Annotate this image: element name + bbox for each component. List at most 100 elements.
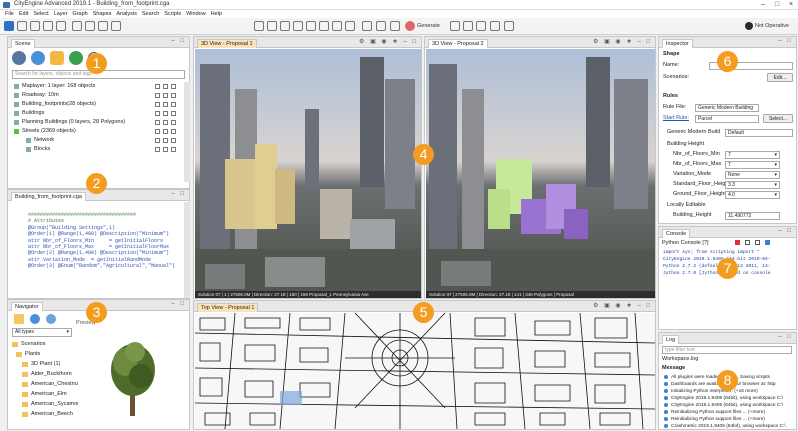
navigator-item[interactable]: American_Elm [8,390,78,399]
navigator-item[interactable]: Plants [8,350,78,359]
convert-models-icon[interactable] [490,21,500,31]
menu-item[interactable]: Select [33,10,48,18]
style-select[interactable]: Default [725,129,793,137]
panel-controls[interactable]: – □ [171,301,186,307]
start-rule-link[interactable]: Start Rule: [663,115,689,121]
tab-3d-view-1[interactable]: 3D View - Proposal 1 [197,39,257,48]
log-filter-input[interactable]: type filter text [662,346,792,354]
navigator-item[interactable]: American_Beech [8,410,78,419]
tab-3d-view-2[interactable]: 3D View - Proposal 2 [428,39,488,48]
log-entry[interactable]: CityEngine 2019.1.9405 (64bit), using wo… [662,402,792,409]
lock-checkbox[interactable] [155,111,160,116]
navigator-item[interactable]: American_Sycamore [8,400,78,409]
cleanup-shapes-icon[interactable] [463,21,473,31]
close-button[interactable]: × [784,0,798,10]
edit-scenarios-button[interactable]: Edit... [767,73,793,82]
street-tool-icon[interactable] [85,21,95,31]
move-tool-icon[interactable] [30,21,40,31]
terminate-icon[interactable] [735,240,740,245]
lock-checkbox[interactable] [155,138,160,143]
reports-icon[interactable] [504,21,514,31]
lock-checkbox[interactable] [163,93,168,98]
log-entry[interactable]: Crashmetric 2019.1.9405 (64bit), using w… [662,423,792,429]
tab-navigator[interactable]: Navigator [11,302,43,311]
lock-checkbox[interactable] [155,93,160,98]
navigator-item[interactable]: Scenarios [8,340,78,349]
viewport-controls[interactable]: ⚙ ▣ ◉ ★ – □ [593,38,652,45]
visibility-checkbox[interactable] [171,102,176,107]
tab-cga-file[interactable]: Building_from_footprint.cga [11,192,86,201]
scene-tree-item[interactable]: Streets (2369 objects) [8,127,183,136]
scene-tree-item[interactable]: Planning Buildings (0 layers, 28 Polygon… [8,118,183,127]
lock-checkbox[interactable] [163,102,168,107]
menu-item[interactable]: Layer [54,10,68,18]
lock-checkbox[interactable] [155,129,160,134]
menu-item[interactable]: Scripts [164,10,181,18]
editor-scrollbar[interactable] [184,202,190,298]
top-view-map[interactable] [195,313,655,429]
log-entry[interactable]: CityEngine 2019.1.9405 (64bit), using wo… [662,395,792,402]
navigator-item[interactable]: 3D Plant (1) [8,360,78,369]
navigator-item[interactable]: Alder_Buckthorn [8,370,78,379]
attribute-value-field[interactable]: 7 ▾ [725,151,780,159]
edit-tool-icon[interactable] [293,21,303,31]
sync-icon[interactable] [46,314,56,324]
grid-tool-icon[interactable] [267,21,277,31]
scene-tree-item[interactable]: Buildings [8,109,183,118]
tab-top-view[interactable]: Top View - Proposal 1 [197,303,259,312]
visibility-checkbox[interactable] [171,138,176,143]
lock-checkbox[interactable] [163,129,168,134]
3d-scene-render-1[interactable]: Solution 07 | 1 | 27506.0M | Direction: … [195,49,421,298]
type-filter-select[interactable]: All types ▾ [12,328,72,337]
scene-tree-item[interactable]: Building_footprints(28 objects) [8,100,183,109]
scene-tree-item[interactable]: Maplayer: 1 layer: 168 objects [8,82,183,91]
generate-button[interactable]: Generate [417,23,440,29]
building-height-input[interactable]: 11.490772 [725,212,780,220]
attribute-value-field[interactable]: 4.0 ▾ [725,191,780,199]
attribute-value-field[interactable]: 3.3 ▾ [725,181,780,189]
cga-code-area[interactable]: #################################### # At… [28,212,180,296]
globe-icon[interactable] [30,314,40,324]
rule-file-field[interactable]: Generic Modern Building [695,104,759,112]
measure-tool-icon[interactable] [254,21,264,31]
menu-item[interactable]: Search [142,10,159,18]
viewport-controls[interactable]: ⚙ ▣ ◉ ★ – □ [593,302,652,309]
navigator-item[interactable]: American_Chestnut [8,380,78,389]
area-select-icon[interactable] [17,21,27,31]
panel-controls[interactable]: – □ [778,228,793,234]
scale-tool-icon[interactable] [43,21,53,31]
info-filter-icon[interactable] [31,51,45,65]
panel-controls[interactable]: – □ [171,191,186,197]
lock-checkbox[interactable] [155,84,160,89]
attribute-value-field[interactable]: None ▾ [725,171,780,179]
layers-filter-icon[interactable] [12,51,26,65]
clear-console-icon[interactable] [745,240,750,245]
shapes-filter-icon[interactable] [69,51,83,65]
pin-console-icon[interactable] [755,240,760,245]
menu-item[interactable]: Edit [19,10,28,18]
tab-console[interactable]: Console [662,229,691,238]
visibility-checkbox[interactable] [171,84,176,89]
polygon-shape-icon[interactable] [72,21,82,31]
attribute-value-field[interactable]: 7 ▾ [725,161,780,169]
export-models-icon[interactable] [476,21,486,31]
visibility-checkbox[interactable] [171,111,176,116]
help-filter-icon[interactable] [50,51,64,65]
log-entry[interactable]: Reinitializing Python support files ... … [662,416,792,423]
visibility-checkbox[interactable] [171,120,176,125]
terrain-tool-icon[interactable] [319,21,329,31]
folder-icon[interactable] [14,314,24,324]
start-rule-field[interactable]: Parcel [695,115,759,123]
menu-item[interactable]: Window [186,10,206,18]
viewport-controls[interactable]: ⚙ ▣ ◉ ★ – □ [359,38,418,45]
minimize-button[interactable]: – [756,0,770,10]
3d-scene-render-2[interactable]: Solution 07 | 27506.0M | Direction: 27.1… [426,49,655,298]
update-seed-icon[interactable] [450,21,460,31]
log-entry[interactable]: Reinitializing Python support files ... … [662,409,792,416]
visibility-checkbox[interactable] [171,93,176,98]
texture-tool-icon[interactable] [332,21,342,31]
menu-item[interactable]: Graph [72,10,87,18]
scene-tree-item[interactable]: Roadway: 10m [8,91,183,100]
shape-tool-icon[interactable] [345,21,355,31]
open-console-icon[interactable] [765,240,770,245]
